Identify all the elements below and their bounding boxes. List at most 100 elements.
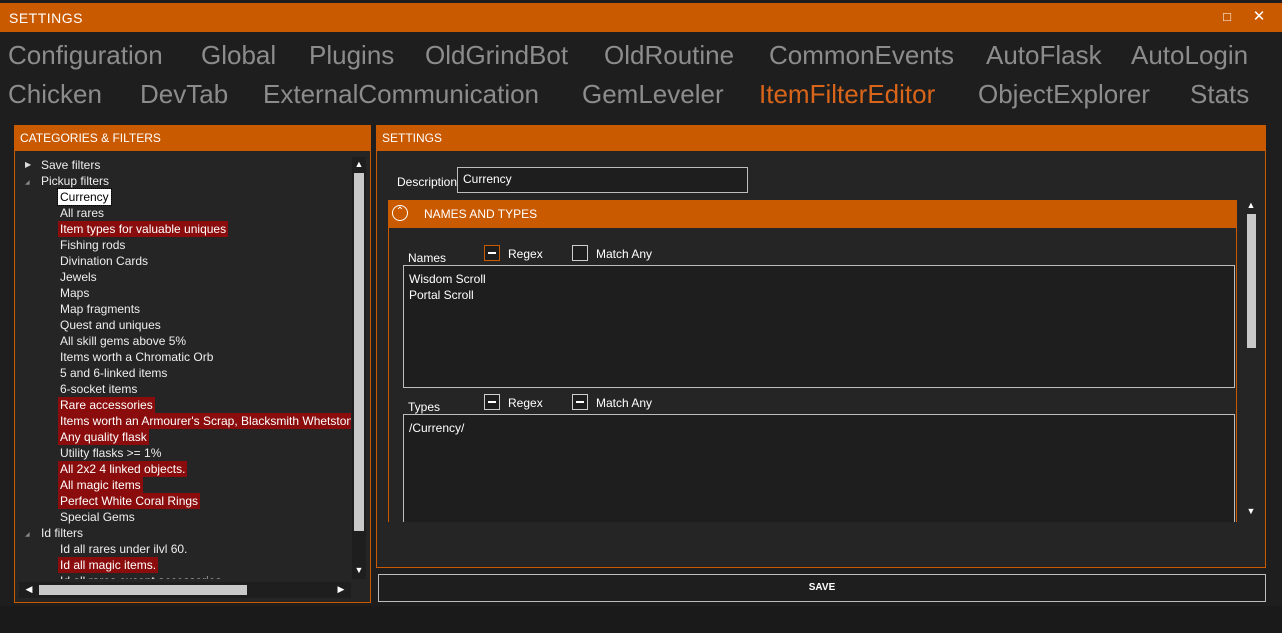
tree-item-label: 6-socket items xyxy=(60,382,138,396)
types-regex-checkbox[interactable] xyxy=(484,394,500,410)
window-titlebar: SETTINGS □ ✕ xyxy=(0,3,1282,32)
tab-autoflask[interactable]: AutoFlask xyxy=(986,36,1102,74)
tree-vertical-scrollbar[interactable]: ▲ ▼ xyxy=(352,157,366,579)
section-title: NAMES AND TYPES xyxy=(424,207,538,221)
tree-item-label: All magic items xyxy=(58,477,143,493)
tree-item[interactable]: Items worth a Chromatic Orb xyxy=(19,349,351,365)
tree-item[interactable]: All magic items xyxy=(19,477,351,493)
tree-item-label: Id all rares except accessories xyxy=(58,573,223,579)
tree-item[interactable]: Quest and uniques xyxy=(19,317,351,333)
tree-item[interactable]: 5 and 6-linked items xyxy=(19,365,351,381)
description-label: Description xyxy=(397,175,458,189)
tree-item[interactable]: Id all rares under ilvl 60. xyxy=(19,541,351,557)
settings-vertical-scroll-thumb[interactable] xyxy=(1247,214,1256,348)
tree-item[interactable]: Utility flasks >= 1% xyxy=(19,445,351,461)
tree-item-label: Fishing rods xyxy=(60,238,126,252)
settings-scroll-up-icon[interactable]: ▲ xyxy=(1245,200,1257,210)
tree-item[interactable]: Any quality flask xyxy=(19,429,351,445)
names-line: Portal Scroll xyxy=(409,288,474,302)
settings-vertical-scrollbar[interactable]: ▲ ▼ xyxy=(1244,200,1258,522)
tree-item[interactable]: ◢ Pickup filters xyxy=(19,173,351,189)
tree-item-label: Special Gems xyxy=(60,510,135,524)
names-textarea[interactable]: Wisdom Scroll Portal Scroll xyxy=(403,265,1235,388)
scroll-left-icon[interactable]: ◀ xyxy=(23,584,35,595)
tree-item-label: Currency xyxy=(57,188,112,206)
tree-item[interactable]: 6-socket items xyxy=(19,381,351,397)
tree-item[interactable]: All rares xyxy=(19,205,351,221)
tree-item-label: All rares xyxy=(60,206,105,220)
tree-item[interactable]: Jewels xyxy=(19,269,351,285)
description-input[interactable]: Currency xyxy=(457,167,748,193)
bottom-strip xyxy=(0,606,1282,633)
tree-item-label: Perfect White Coral Rings xyxy=(58,493,201,509)
tab-objectexplorer[interactable]: ObjectExplorer xyxy=(978,75,1150,113)
tree-item-label: Id filters xyxy=(41,526,84,540)
tab-oldgrindbot[interactable]: OldGrindBot xyxy=(425,36,568,74)
names-line: Wisdom Scroll xyxy=(409,272,486,286)
types-textarea[interactable]: /Currency/ xyxy=(403,414,1235,522)
collapse-icon[interactable]: ⌃ xyxy=(392,205,408,221)
tree-item[interactable]: Maps xyxy=(19,285,351,301)
tab-chicken[interactable]: Chicken xyxy=(8,75,102,113)
tree-item-label: All 2x2 4 linked objects. xyxy=(58,461,188,477)
close-icon[interactable]: ✕ xyxy=(1249,7,1269,27)
tree-item-label: Rare accessories xyxy=(58,397,155,413)
tree-item[interactable]: All skill gems above 5% xyxy=(19,333,351,349)
tab-devtab[interactable]: DevTab xyxy=(140,75,228,113)
tree-item[interactable]: Items worth an Armourer's Scrap, Blacksm… xyxy=(19,413,351,429)
tree-item-label: 5 and 6-linked items xyxy=(60,366,168,380)
tree-item[interactable]: Item types for valuable uniques xyxy=(19,221,351,237)
tab-autologin[interactable]: AutoLogin xyxy=(1131,36,1248,74)
tree-item-label: Map fragments xyxy=(60,302,141,316)
tree-item-label: Quest and uniques xyxy=(60,318,161,332)
types-match-any-checkbox[interactable] xyxy=(572,394,588,410)
scroll-up-icon[interactable]: ▲ xyxy=(353,159,365,169)
types-match-any-label: Match Any xyxy=(596,396,653,410)
types-line: /Currency/ xyxy=(409,421,465,435)
tree-item[interactable]: Rare accessories xyxy=(19,397,351,413)
tree-item[interactable]: ◢ Id filters xyxy=(19,525,351,541)
save-button[interactable]: SAVE xyxy=(378,574,1266,602)
tab-gemleveler[interactable]: GemLeveler xyxy=(582,75,724,113)
tree-horizontal-scrollbar[interactable]: ◀ ▶ xyxy=(19,582,351,598)
tree-item-label: Jewels xyxy=(60,270,97,284)
tab-configuration[interactable]: Configuration xyxy=(8,36,163,74)
tab-commonevents[interactable]: CommonEvents xyxy=(769,36,954,74)
tree-item[interactable]: Map fragments xyxy=(19,301,351,317)
tree-vertical-scroll-thumb[interactable] xyxy=(354,173,364,531)
filter-tree: ▶ Save filters ◢ Pickup filters Currency All … xyxy=(19,157,351,579)
tree-item-label: Item types for valuable uniques xyxy=(58,221,229,237)
names-match-any-label: Match Any xyxy=(596,247,653,261)
tab-oldroutine[interactable]: OldRoutine xyxy=(604,36,734,74)
tree-item[interactable]: Id all magic items. xyxy=(19,557,351,573)
tab-global[interactable]: Global xyxy=(201,36,276,74)
tree-item[interactable]: Divination Cards xyxy=(19,253,351,269)
expand-arrow-icon[interactable]: ▶ xyxy=(25,157,31,173)
tree-item[interactable]: Currency xyxy=(19,188,351,206)
scroll-right-icon[interactable]: ▶ xyxy=(335,584,347,595)
scroll-down-icon[interactable]: ▼ xyxy=(353,565,365,575)
tree-item[interactable]: Special Gems xyxy=(19,509,351,525)
names-regex-label: Regex xyxy=(508,247,543,261)
tree-item-label: Id all magic items. xyxy=(58,557,159,573)
tab-externalcommunication[interactable]: ExternalCommunication xyxy=(263,75,539,113)
tree-item[interactable]: Perfect White Coral Rings xyxy=(19,493,351,509)
tree-item[interactable]: ▶ Save filters xyxy=(19,157,351,173)
tab-itemfiltereditor[interactable]: ItemFilterEditor xyxy=(759,75,935,113)
tree-item[interactable]: Id all rares except accessories xyxy=(19,573,351,579)
names-label: Names xyxy=(408,251,447,265)
tree-item[interactable]: All 2x2 4 linked objects. xyxy=(19,461,351,477)
tab-plugins[interactable]: Plugins xyxy=(309,36,394,74)
names-regex-checkbox[interactable] xyxy=(484,245,500,261)
names-and-types-header[interactable]: ⌃ NAMES AND TYPES xyxy=(388,200,1237,228)
tab-stats[interactable]: Stats xyxy=(1190,75,1249,113)
tree-item-label: Utility flasks >= 1% xyxy=(60,446,162,460)
tree-item-label: All skill gems above 5% xyxy=(60,334,187,348)
names-match-any-checkbox[interactable] xyxy=(572,245,588,261)
settings-scroll-down-icon[interactable]: ▼ xyxy=(1245,506,1257,516)
tree-item[interactable]: Fishing rods xyxy=(19,237,351,253)
types-label: Types xyxy=(408,400,441,414)
tree-horizontal-scroll-thumb[interactable] xyxy=(39,585,247,595)
tree-item-label: Items worth an Armourer's Scrap, Blacksm… xyxy=(58,413,351,429)
maximize-icon[interactable]: □ xyxy=(1217,7,1237,27)
